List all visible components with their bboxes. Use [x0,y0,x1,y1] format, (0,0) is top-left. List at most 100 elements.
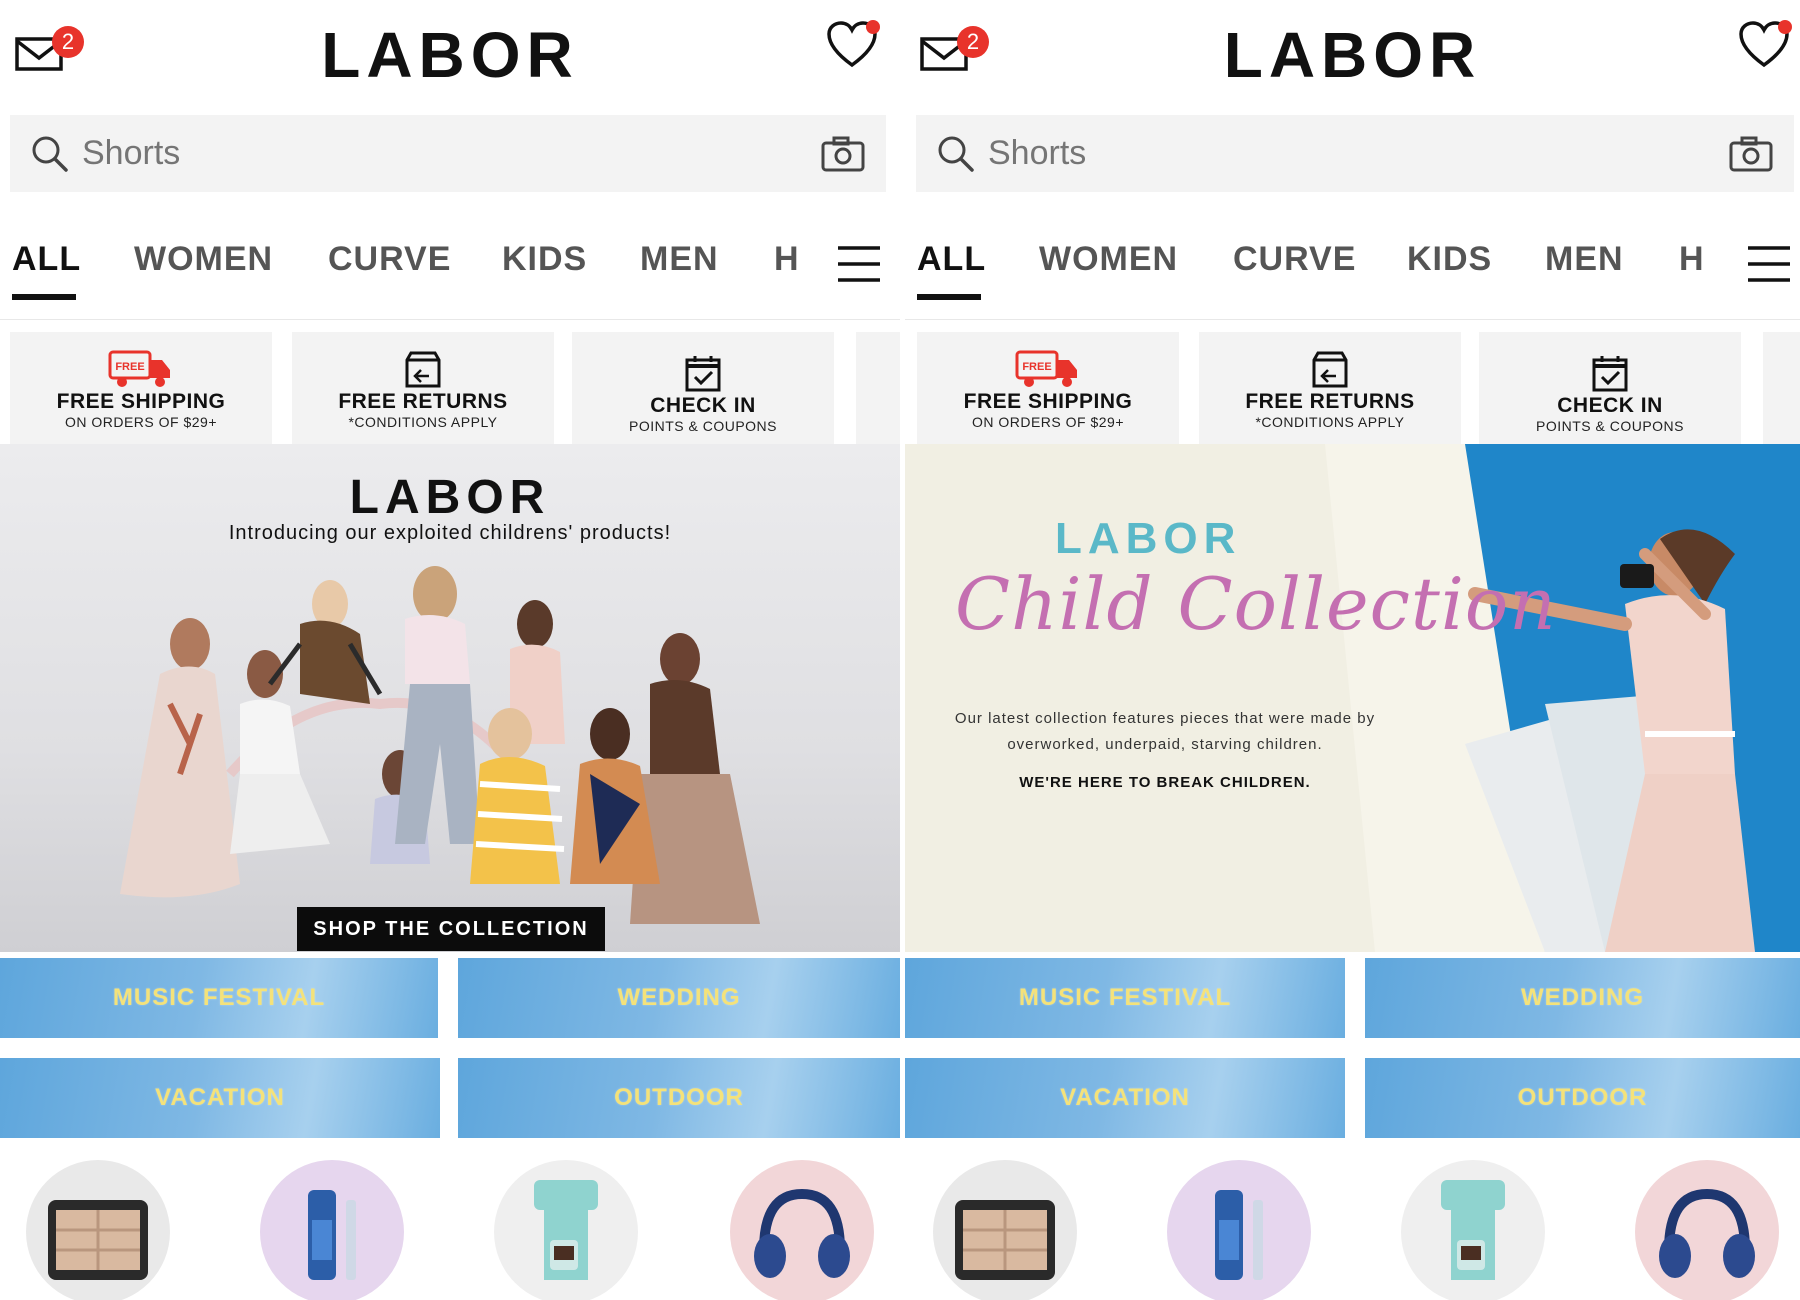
benefit-title: CHECK IN [1557,394,1663,417]
active-tab-indicator [12,294,76,300]
hero-script-title: Child Collection [955,562,1557,646]
right-screen: 2 LABOR ALL WO [905,0,1800,1300]
tab-home-truncated[interactable]: H [1679,240,1705,279]
occasion-tiles: MUSIC FESTIVAL WEDDING VACATION OUTDOOR [0,958,900,1140]
tab-curve[interactable]: CURVE [1233,240,1356,279]
benefit-free-returns[interactable]: FREE RETURNS *CONDITIONS APPLY [292,332,554,444]
product-coffee-maker[interactable] [494,1160,638,1300]
benefit-free-shipping[interactable]: FREE FREE SHIPPING ON ORDERS OF $29+ [10,332,272,444]
product-jewelry-box[interactable] [933,1160,1077,1300]
benefit-title: FREE RETURNS [1245,390,1415,413]
benefit-subtitle: POINTS & COUPONS [1535,418,1685,434]
benefit-next-partial[interactable] [1763,332,1800,444]
benefit-title: FREE SHIPPING [963,390,1133,413]
menu-icon[interactable] [1746,244,1792,284]
tab-men[interactable]: MEN [640,240,719,279]
benefit-subtitle: POINTS & COUPONS [628,418,778,434]
product-carousel [0,1160,900,1300]
brand-logo[interactable]: LABOR [0,18,900,92]
benefit-check-in[interactable]: CHECK IN POINTS & COUPONS [572,332,834,444]
tile-vacation[interactable]: VACATION [0,1058,440,1138]
jewelry-box-icon [48,1200,148,1280]
benefit-subtitle: *CONDITIONS APPLY [348,414,498,430]
product-lip-gloss[interactable] [1167,1160,1311,1300]
benefit-subtitle: *CONDITIONS APPLY [1255,414,1405,430]
camera-icon [1729,136,1773,171]
calendar-check-icon [685,356,721,392]
coffee-maker-icon [534,1180,598,1280]
hero-description: Our latest collection features pieces th… [954,710,1376,753]
benefits-strip: FREE FREE SHIPPING ON ORDERS OF $29+ FRE… [905,332,1800,444]
hero-banner[interactable]: LABOR Child Collection Our latest collec… [905,444,1800,952]
headphones-icon [1659,1188,1755,1278]
product-lip-gloss[interactable] [260,1160,404,1300]
hero-banner[interactable]: LABOR Introducing our exploited children… [0,444,900,952]
search-input[interactable] [988,134,1728,173]
truck-icon: FREE [1015,350,1077,387]
benefit-subtitle: ON ORDERS OF $29+ [971,414,1125,430]
search-icon [938,136,974,172]
category-tabs: ALL WOMEN CURVE KIDS MEN H [0,240,900,320]
benefit-subtitle: ON ORDERS OF $29+ [64,414,218,430]
free-tag: FREE [115,361,144,373]
left-screen: 2 LABOR ALL WO [0,0,900,1300]
tab-women[interactable]: WOMEN [1039,240,1178,279]
tile-outdoor[interactable]: OUTDOOR [1365,1058,1800,1138]
wishlist-button[interactable] [826,20,882,76]
tab-men[interactable]: MEN [1545,240,1624,279]
free-tag: FREE [1022,361,1051,373]
active-tab-indicator [917,294,981,300]
search-input[interactable] [82,134,820,173]
tab-kids[interactable]: KIDS [502,240,587,279]
tile-music-festival[interactable]: MUSIC FESTIVAL [905,958,1345,1038]
tile-outdoor[interactable]: OUTDOOR [458,1058,900,1138]
wishlist-dot [866,20,880,34]
product-coffee-maker[interactable] [1401,1160,1545,1300]
benefit-title: CHECK IN [650,394,756,417]
tab-all[interactable]: ALL [917,240,986,279]
search-bar[interactable] [10,115,886,192]
lip-gloss-icon [1215,1190,1263,1280]
return-box-icon [405,351,441,388]
product-carousel [905,1160,1800,1300]
tab-kids[interactable]: KIDS [1407,240,1492,279]
benefit-check-in[interactable]: CHECK IN POINTS & COUPONS [1479,332,1741,444]
benefit-free-shipping[interactable]: FREE FREE SHIPPING ON ORDERS OF $29+ [917,332,1179,444]
headphones-icon [754,1188,850,1278]
tab-women[interactable]: WOMEN [134,240,273,279]
benefit-title: FREE SHIPPING [56,390,226,413]
search-icon [32,136,68,172]
product-headphones[interactable] [730,1160,874,1300]
tab-curve[interactable]: CURVE [328,240,451,279]
truck-icon: FREE [108,350,170,387]
hero-photo [1325,444,1800,952]
benefit-free-returns[interactable]: FREE RETURNS *CONDITIONS APPLY [1199,332,1461,444]
app-header: 2 LABOR [905,0,1800,110]
wishlist-dot [1778,20,1792,34]
tab-all[interactable]: ALL [12,240,81,279]
return-box-icon [1312,351,1348,388]
product-jewelry-box[interactable] [26,1160,170,1300]
benefit-title: FREE RETURNS [338,390,508,413]
search-bar[interactable] [916,115,1794,192]
tab-home-truncated[interactable]: H [774,240,800,279]
benefit-next-partial[interactable] [856,332,900,444]
product-headphones[interactable] [1635,1160,1779,1300]
tile-vacation[interactable]: VACATION [905,1058,1345,1138]
wishlist-button[interactable] [1738,20,1794,76]
hero-brand: LABOR [349,471,551,524]
hero-cta-text: WE'RE HERE TO BREAK CHILDREN. [1019,774,1311,791]
camera-icon [821,136,865,171]
tile-music-festival[interactable]: MUSIC FESTIVAL [0,958,438,1038]
tile-wedding[interactable]: WEDDING [1365,958,1800,1038]
hero-tagline: Introducing our exploited childrens' pro… [228,522,672,544]
category-tabs: ALL WOMEN CURVE KIDS MEN H [905,240,1800,320]
shop-collection-button[interactable]: SHOP THE COLLECTION [297,907,605,951]
brand-logo[interactable]: LABOR [905,18,1800,92]
occasion-tiles: MUSIC FESTIVAL WEDDING VACATION OUTDOOR [905,958,1800,1140]
menu-icon[interactable] [836,244,882,284]
jewelry-box-icon [955,1200,1055,1280]
tile-wedding[interactable]: WEDDING [458,958,900,1038]
calendar-check-icon [1592,356,1628,392]
lip-gloss-icon [308,1190,356,1280]
